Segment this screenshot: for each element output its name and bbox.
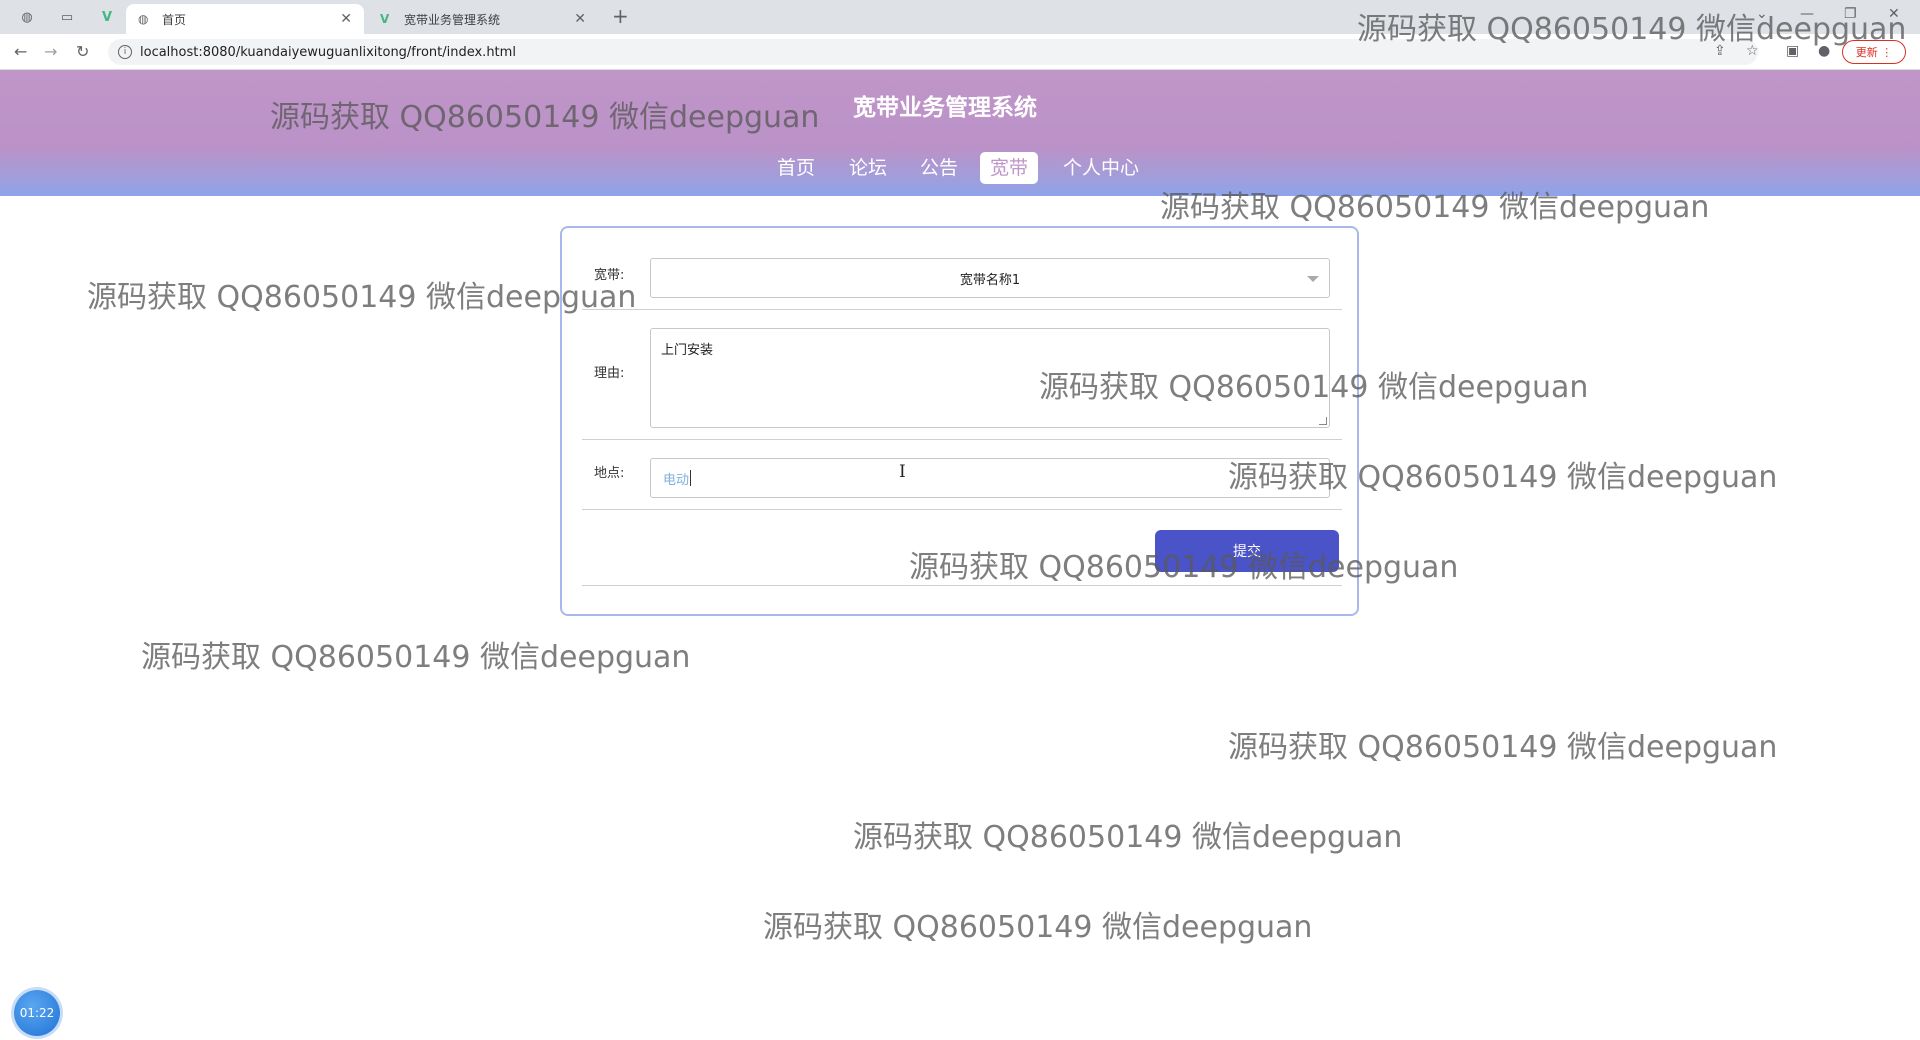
nav-broadband[interactable]: 宽带 [980,152,1039,184]
site-header: 宽带业务管理系统 首页 论坛 公告 宽带 个人中心 [0,70,1920,196]
forward-icon[interactable]: → [44,42,57,61]
nav-forum[interactable]: 论坛 [839,152,897,184]
resize-handle-icon[interactable] [1319,417,1327,425]
nav-notice[interactable]: 公告 [910,152,968,184]
reason-label: 理由: [594,366,625,381]
tab-home[interactable]: ◍ 首页 ✕ [126,4,364,34]
close-tab-icon[interactable]: ✕ [340,11,352,27]
url-text: localhost:8080/kuandaiyewuguanlixitong/f… [140,44,516,60]
update-label: 更新 [1855,46,1878,59]
form-row-actions: 提交 [582,530,1342,586]
application-form: 宽带: 宽带名称1 理由: 上门安装 地点: 电动 提交 [560,226,1359,616]
tab-search-icon[interactable]: ⌄ [1756,6,1768,22]
chevron-down-icon [1307,276,1319,282]
pinned-tab-globe-icon[interactable]: ◍ [16,6,38,28]
text-cursor [690,470,692,486]
nav-home[interactable]: 首页 [767,152,825,184]
url-field[interactable]: i localhost:8080/kuandaiyewuguanlixitong… [108,39,1758,65]
bookmark-star-icon[interactable]: ☆ [1746,43,1759,59]
reason-textarea[interactable]: 上门安装 [650,328,1330,428]
ibeam-cursor-icon: I [899,462,906,482]
side-panel-icon[interactable]: ▣ [1786,43,1799,59]
site-title: 宽带业务管理系统 [853,95,1037,121]
site-info-icon[interactable]: i [118,45,132,59]
close-tab-icon[interactable]: ✕ [574,11,586,27]
broadband-selected-value: 宽带名称1 [959,272,1021,288]
form-row-reason: 理由: 上门安装 [582,328,1342,440]
tab-title: 首页 [162,12,187,27]
watermark: 源码获取 QQ86050149 微信deepguan [141,640,691,675]
watermark: 源码获取 QQ86050149 微信deepguan [1228,730,1778,765]
watermark: 源码获取 QQ86050149 微信deepguan [853,820,1403,855]
broadband-label: 宽带: [594,268,625,283]
close-window-icon[interactable]: ✕ [1888,6,1900,22]
location-label: 地点: [594,466,625,481]
tab-title: 宽带业务管理系统 [404,12,501,27]
recording-timer: 01:22 [14,990,60,1036]
form-row-location: 地点: 电动 [582,458,1342,510]
reason-text: 上门安装 [661,343,714,358]
tab-broadband-system[interactable]: V 宽带业务管理系统 ✕ [368,4,598,34]
browser-tab-bar: ◍ ▭ V ◍ 首页 ✕ V 宽带业务管理系统 ✕ + ⌄ — ❐ ✕ [0,0,1920,34]
globe-icon: ◍ [138,12,149,26]
pinned-tab-page-icon[interactable]: ▭ [56,6,78,28]
form-row-broadband: 宽带: 宽带名称1 [582,258,1342,310]
share-icon[interactable]: ⇪ [1714,43,1726,59]
minimize-icon[interactable]: — [1800,6,1814,22]
vue-logo-icon: V [380,12,390,26]
restore-icon[interactable]: ❐ [1844,6,1857,22]
submit-button[interactable]: 提交 [1155,530,1339,572]
pinned-tab-vue-icon[interactable]: V [96,6,118,28]
location-text: 电动 [663,472,690,488]
nav-personal-center[interactable]: 个人中心 [1053,152,1149,184]
location-input[interactable]: 电动 [650,458,1330,498]
watermark: 源码获取 QQ86050149 微信deepguan [763,910,1313,945]
address-bar: ← → ↻ i localhost:8080/kuandaiyewuguanli… [0,34,1920,70]
profile-avatar-icon[interactable]: ● [1818,43,1830,59]
update-button[interactable]: 更新 ⋮ [1842,40,1906,64]
broadband-select[interactable]: 宽带名称1 [650,258,1330,298]
back-icon[interactable]: ← [14,42,27,61]
reload-icon[interactable]: ↻ [76,42,89,61]
new-tab-icon[interactable]: + [612,4,629,28]
watermark: 源码获取 QQ86050149 微信deepguan [87,280,637,315]
